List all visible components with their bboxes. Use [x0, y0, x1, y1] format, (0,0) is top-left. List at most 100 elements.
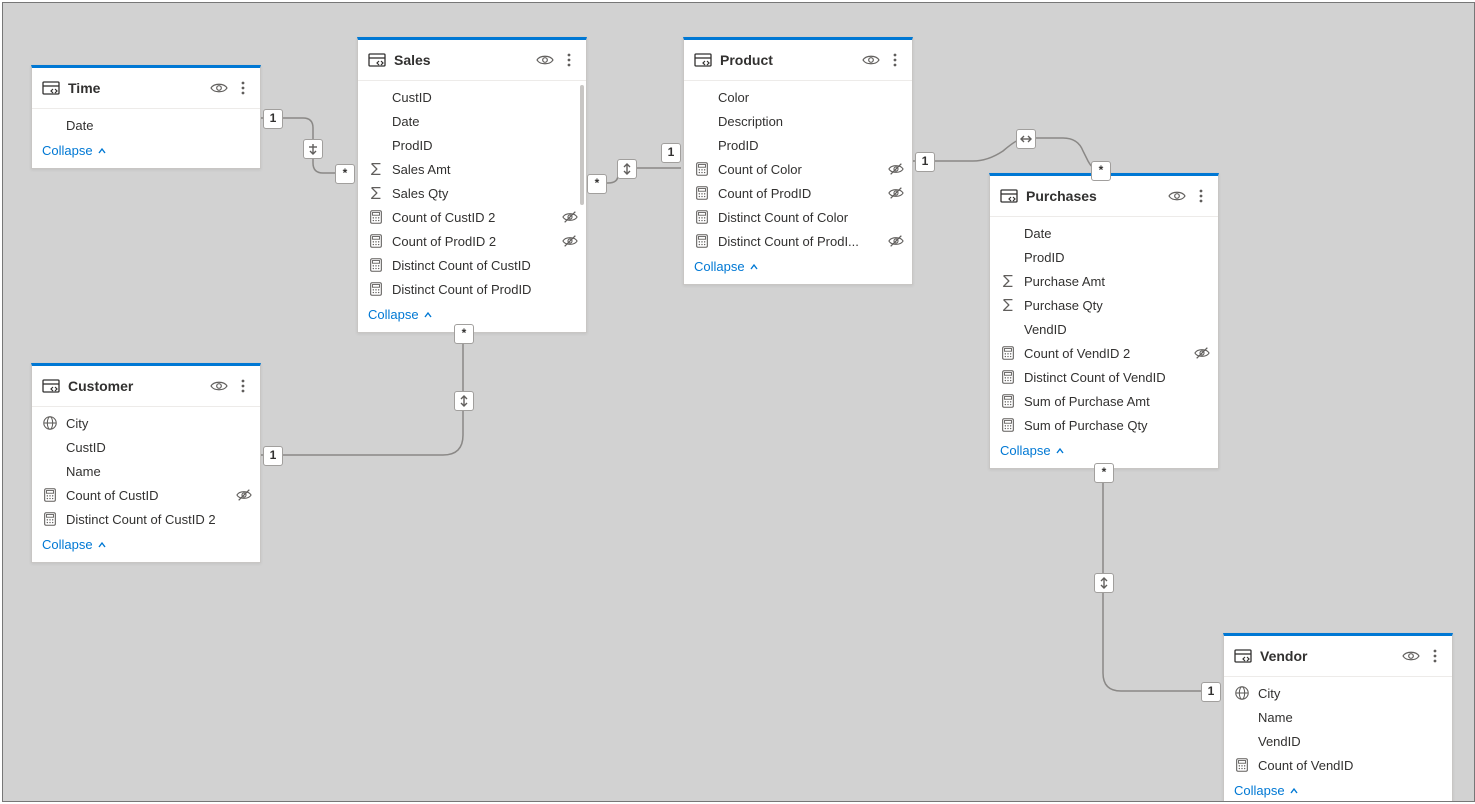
field-row[interactable]: Sum of Purchase Amt — [990, 389, 1218, 413]
field-row[interactable]: Distinct Count of ProdI... — [684, 229, 912, 253]
relationship-direction-handle[interactable] — [303, 139, 323, 159]
chevron-up-icon — [749, 262, 759, 272]
relationship-direction-handle[interactable] — [454, 391, 474, 411]
more-options-icon[interactable] — [234, 377, 252, 395]
field-label: VendID — [1258, 734, 1444, 749]
table-card-product[interactable]: Product ColorDescriptionProdIDCount of Co… — [683, 37, 913, 285]
collapse-link[interactable]: Collapse — [1234, 783, 1299, 798]
field-list: Date — [32, 109, 260, 137]
card-footer: Collapse — [32, 137, 260, 168]
hidden-icon[interactable] — [562, 233, 578, 249]
field-list: DateProdIDPurchase AmtPurchase Qty VendID… — [990, 217, 1218, 437]
field-row[interactable]: ProdID — [684, 133, 912, 157]
field-row[interactable]: Purchase Amt — [990, 269, 1218, 293]
more-options-icon[interactable] — [886, 51, 904, 69]
visibility-icon[interactable] — [210, 79, 228, 97]
field-row[interactable]: Count of ProdID — [684, 181, 912, 205]
chevron-up-icon — [423, 310, 433, 320]
field-row[interactable]: ProdID — [990, 245, 1218, 269]
scrollbar[interactable] — [580, 85, 584, 205]
visibility-icon[interactable] — [862, 51, 880, 69]
collapse-label: Collapse — [1000, 443, 1051, 458]
table-header[interactable]: Time — [32, 68, 260, 109]
hidden-icon[interactable] — [1194, 345, 1210, 361]
more-options-icon[interactable] — [1192, 187, 1210, 205]
field-row[interactable]: Count of Color — [684, 157, 912, 181]
field-label: City — [1258, 686, 1444, 701]
collapse-link[interactable]: Collapse — [42, 537, 107, 552]
field-row[interactable]: Count of CustID 2 — [358, 205, 586, 229]
field-row[interactable]: Date — [358, 109, 586, 133]
calc-icon — [694, 209, 710, 225]
field-row[interactable]: ProdID — [358, 133, 586, 157]
field-row[interactable]: Distinct Count of ProdID — [358, 277, 586, 301]
field-row[interactable]: Sales Amt — [358, 157, 586, 181]
table-card-sales[interactable]: SalesCustIDDateProdIDSales AmtSales QtyC… — [357, 37, 587, 333]
field-row[interactable]: Color — [684, 85, 912, 109]
field-row[interactable]: Name — [32, 459, 260, 483]
field-row[interactable]: Name — [1224, 705, 1452, 729]
table-header[interactable]: Purchases — [990, 176, 1218, 217]
field-row[interactable]: Date — [990, 221, 1218, 245]
relationship-direction-handle[interactable] — [1094, 573, 1114, 593]
hidden-icon[interactable] — [562, 209, 578, 225]
hidden-icon[interactable] — [888, 185, 904, 201]
hidden-icon[interactable] — [236, 487, 252, 503]
field-row[interactable]: City — [32, 411, 260, 435]
calc-icon — [368, 257, 384, 273]
cardinality-many-badge: * — [454, 324, 474, 344]
field-label: Count of ProdID 2 — [392, 234, 556, 249]
table-header[interactable]: Customer — [32, 366, 260, 407]
calc-icon — [1000, 417, 1016, 433]
table-card-purchases[interactable]: PurchasesDateProdIDPurchase AmtPurchase … — [989, 173, 1219, 469]
field-row[interactable]: Distinct Count of Color — [684, 205, 912, 229]
field-row[interactable]: City — [1224, 681, 1452, 705]
hidden-icon[interactable] — [888, 233, 904, 249]
collapse-link[interactable]: Collapse — [42, 143, 107, 158]
field-row[interactable]: Count of VendID — [1224, 753, 1452, 777]
cardinality-one-badge: 1 — [263, 446, 283, 466]
table-header[interactable]: Product — [684, 40, 912, 81]
field-row[interactable]: Sum of Purchase Qty — [990, 413, 1218, 437]
field-label: VendID — [1024, 322, 1210, 337]
table-header[interactable]: Vendor — [1224, 636, 1452, 677]
field-row[interactable]: VendID — [1224, 729, 1452, 753]
hidden-icon[interactable] — [888, 161, 904, 177]
field-row[interactable]: CustID — [358, 85, 586, 109]
table-card-customer[interactable]: Customer City CustID NameCount of CustIDDis… — [31, 363, 261, 563]
collapse-link[interactable]: Collapse — [694, 259, 759, 274]
field-row[interactable]: Distinct Count of CustID — [358, 253, 586, 277]
more-options-icon[interactable] — [234, 79, 252, 97]
field-row[interactable]: Purchase Qty — [990, 293, 1218, 317]
visibility-icon[interactable] — [1402, 647, 1420, 665]
field-row[interactable]: Description — [684, 109, 912, 133]
table-card-vendor[interactable]: Vendor City Name VendID Count of VendID Colla… — [1223, 633, 1453, 802]
field-row[interactable]: CustID — [32, 435, 260, 459]
visibility-icon[interactable] — [536, 51, 554, 69]
field-row[interactable]: Count of VendID 2 — [990, 341, 1218, 365]
table-icon — [42, 377, 60, 395]
relationship-direction-handle[interactable] — [1016, 129, 1036, 149]
table-card-time[interactable]: Time Date Collapse — [31, 65, 261, 169]
more-options-icon[interactable] — [560, 51, 578, 69]
table-icon — [1000, 187, 1018, 205]
field-row[interactable]: Count of CustID — [32, 483, 260, 507]
collapse-label: Collapse — [368, 307, 419, 322]
field-row[interactable]: Date — [32, 113, 260, 137]
collapse-link[interactable]: Collapse — [1000, 443, 1065, 458]
relationship-direction-handle[interactable] — [617, 159, 637, 179]
more-options-icon[interactable] — [1426, 647, 1444, 665]
table-header[interactable]: Sales — [358, 40, 586, 81]
calc-icon — [1000, 393, 1016, 409]
field-row[interactable]: Sales Qty — [358, 181, 586, 205]
visibility-icon[interactable] — [210, 377, 228, 395]
field-row[interactable]: VendID — [990, 317, 1218, 341]
field-row[interactable]: Count of ProdID 2 — [358, 229, 586, 253]
field-label: CustID — [66, 440, 252, 455]
visibility-icon[interactable] — [1168, 187, 1186, 205]
field-label: Distinct Count of CustID — [392, 258, 578, 273]
field-row[interactable]: Distinct Count of CustID 2 — [32, 507, 260, 531]
field-row[interactable]: Distinct Count of VendID — [990, 365, 1218, 389]
collapse-link[interactable]: Collapse — [368, 307, 433, 322]
model-canvas[interactable]: 1 * 1 * 1 * 1 * * 1 TimeDateCollapseSale… — [2, 2, 1475, 802]
